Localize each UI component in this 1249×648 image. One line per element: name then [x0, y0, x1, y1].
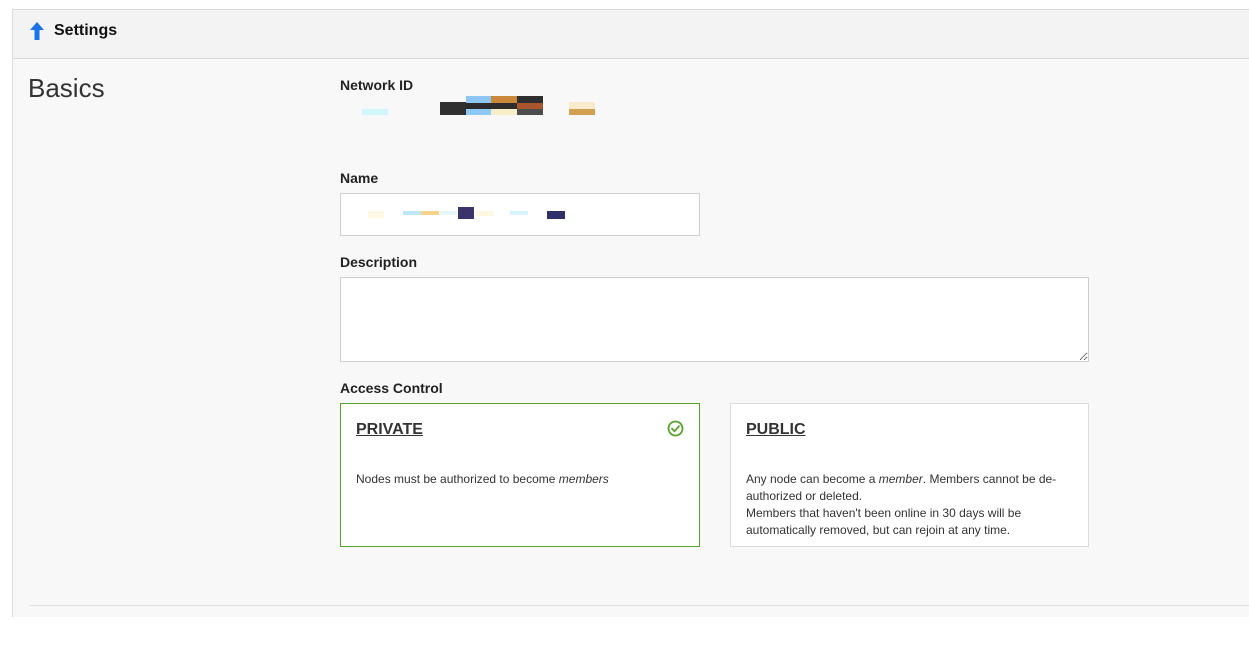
name-input[interactable] — [340, 193, 700, 236]
network-id-value — [340, 96, 610, 130]
description-label: Description — [340, 254, 418, 270]
section-title: Basics — [28, 73, 105, 103]
check-circle-icon — [667, 420, 684, 437]
panel-header[interactable]: Settings — [13, 10, 1249, 59]
private-access-option[interactable]: PRIVATE Nodes must be authorized to beco… — [340, 403, 700, 547]
private-option-description: Nodes must be authorized to become membe… — [356, 472, 609, 486]
network-id-label: Network ID — [340, 77, 414, 93]
private-option-title: PRIVATE — [356, 421, 423, 438]
description-textarea[interactable] — [340, 277, 1089, 362]
public-option-description: Any node can become a member. Members ca… — [746, 472, 1057, 537]
name-label: Name — [340, 170, 379, 186]
section-divider — [29, 605, 1249, 606]
public-access-option[interactable]: PUBLIC Any node can become a member. Mem… — [730, 403, 1089, 547]
access-control-label: Access Control — [340, 380, 443, 396]
panel-title: Settings — [54, 22, 118, 39]
public-option-title: PUBLIC — [746, 421, 806, 438]
settings-panel: Settings Basics Network ID Name Descript… — [12, 9, 1249, 617]
arrow-up-icon[interactable] — [30, 22, 44, 40]
